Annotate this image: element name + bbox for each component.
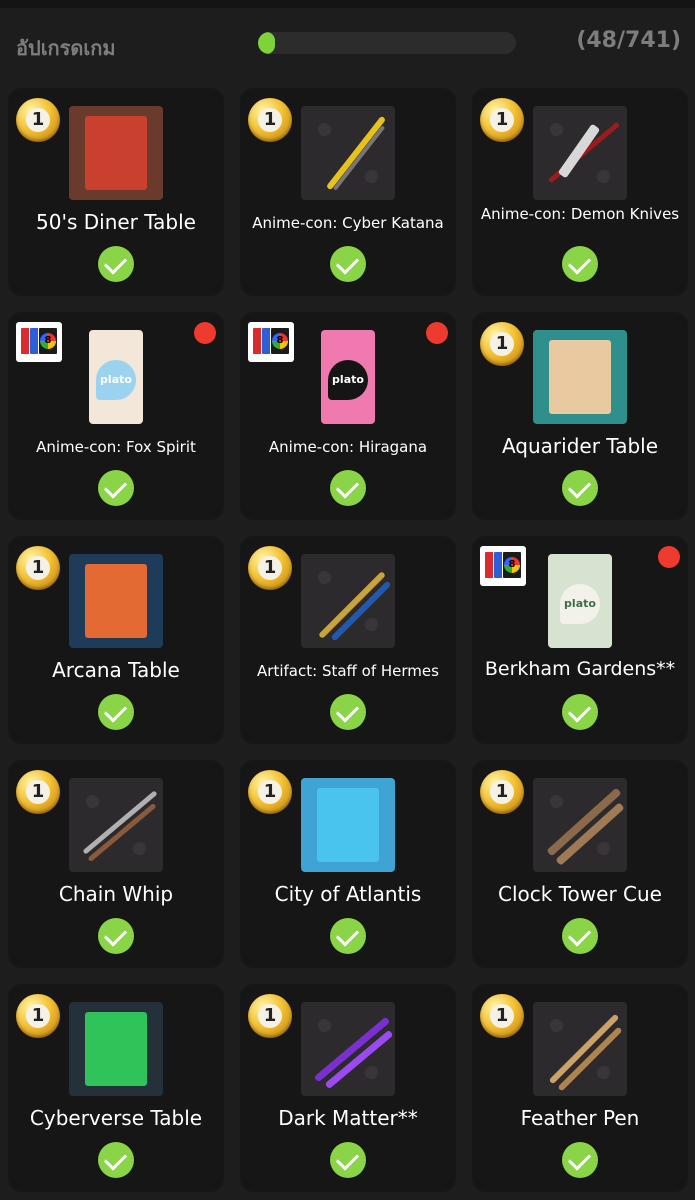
item-name: Aquarider Table (501, 434, 659, 458)
coin-icon: 1 (248, 546, 292, 590)
coin-icon: 1 (16, 994, 60, 1038)
coin-icon: 1 (248, 994, 292, 1038)
cue-thumbnail (69, 778, 163, 872)
coin-icon: 1 (480, 994, 524, 1038)
cue-thumbnail (533, 1002, 627, 1096)
item-name: Arcana Table (52, 658, 180, 682)
item-name: Berkham Gardens** (484, 658, 676, 680)
item-card[interactable]: 1 Feather Pen (472, 984, 688, 1192)
check-icon (562, 694, 598, 730)
item-name: Artifact: Staff of Hermes (257, 662, 439, 680)
coin-icon: 1 (480, 98, 524, 142)
table-thumbnail (69, 106, 163, 200)
top-strip (0, 0, 695, 8)
item-name: Anime-con: Fox Spirit (36, 438, 196, 456)
item-card[interactable]: 1 Arcana Table (8, 536, 224, 744)
table-thumbnail (69, 554, 163, 648)
cards-icon: 8 (248, 322, 294, 362)
notification-dot (194, 322, 216, 344)
item-card[interactable]: 8 plato Anime-con: Hiragana (240, 312, 456, 520)
table-thumbnail (533, 330, 627, 424)
item-name: Clock Tower Cue (498, 882, 662, 906)
progress-bar-fill (258, 32, 275, 54)
check-icon (562, 470, 598, 506)
item-name: Anime-con: Hiragana (268, 438, 428, 456)
progress-count: (48/741) (576, 28, 681, 53)
coin-icon: 1 (16, 546, 60, 590)
check-icon (330, 918, 366, 954)
header: อัปเกรดเกม (48/741) (0, 8, 695, 80)
check-icon (98, 246, 134, 282)
item-card[interactable]: 1 Clock Tower Cue (472, 760, 688, 968)
coin-icon: 1 (480, 322, 524, 366)
coin-icon: 1 (16, 770, 60, 814)
item-card[interactable]: 8 plato Berkham Gardens** (472, 536, 688, 744)
coin-icon: 1 (248, 770, 292, 814)
check-icon (330, 470, 366, 506)
item-name: Feather Pen (520, 1106, 640, 1130)
check-icon (98, 470, 134, 506)
cue-thumbnail (301, 106, 395, 200)
plato-logo: plato (96, 360, 136, 400)
item-card[interactable]: 8 plato Anime-con: Fox Spirit (8, 312, 224, 520)
page-title: อัปเกรดเกม (16, 36, 116, 60)
item-card[interactable]: 1 Aquarider Table (472, 312, 688, 520)
cards-icon: 8 (480, 546, 526, 586)
table-thumbnail (69, 1002, 163, 1096)
item-name: Chain Whip (58, 882, 174, 906)
item-name: City of Atlantis (274, 882, 422, 906)
item-card[interactable]: 1 Cyberverse Table (8, 984, 224, 1192)
cue-thumbnail (533, 106, 627, 200)
coin-icon: 1 (480, 770, 524, 814)
item-card[interactable]: 1 Anime-con: Demon Knives (472, 88, 688, 296)
check-icon (98, 1142, 134, 1178)
card-thumbnail: plato (321, 330, 375, 424)
item-name: Dark Matter** (278, 1106, 418, 1130)
item-card[interactable]: 1 City of Atlantis (240, 760, 456, 968)
cue-thumbnail (301, 1002, 395, 1096)
item-card[interactable]: 1 Chain Whip (8, 760, 224, 968)
cue-thumbnail (301, 554, 395, 648)
cards-icon: 8 (16, 322, 62, 362)
card-thumbnail: plato (548, 554, 612, 648)
item-card[interactable]: 1 Dark Matter** (240, 984, 456, 1192)
item-card[interactable]: 1 50's Diner Table (8, 88, 224, 296)
item-name: 50's Diner Table (36, 210, 196, 234)
coin-icon: 1 (248, 98, 292, 142)
plato-logo: plato (560, 584, 600, 624)
check-icon (330, 246, 366, 282)
check-icon (98, 694, 134, 730)
item-name: Anime-con: Cyber Katana (252, 214, 444, 232)
check-icon (330, 694, 366, 730)
notification-dot (426, 322, 448, 344)
check-icon (562, 918, 598, 954)
progress-bar (258, 32, 516, 54)
item-card[interactable]: 1 Artifact: Staff of Hermes (240, 536, 456, 744)
table-thumbnail (301, 778, 395, 872)
check-icon (562, 246, 598, 282)
item-name: Anime-con: Demon Knives (480, 205, 680, 223)
check-icon (330, 1142, 366, 1178)
card-thumbnail: plato (89, 330, 143, 424)
upgrade-grid: 1 50's Diner Table 1 Anime-con: Cyber Ka… (8, 88, 688, 1192)
plato-logo: plato (328, 360, 368, 400)
check-icon (562, 1142, 598, 1178)
coin-icon: 1 (16, 98, 60, 142)
cue-thumbnail (533, 778, 627, 872)
item-name: Cyberverse Table (29, 1106, 203, 1130)
check-icon (98, 918, 134, 954)
notification-dot (658, 546, 680, 568)
item-card[interactable]: 1 Anime-con: Cyber Katana (240, 88, 456, 296)
